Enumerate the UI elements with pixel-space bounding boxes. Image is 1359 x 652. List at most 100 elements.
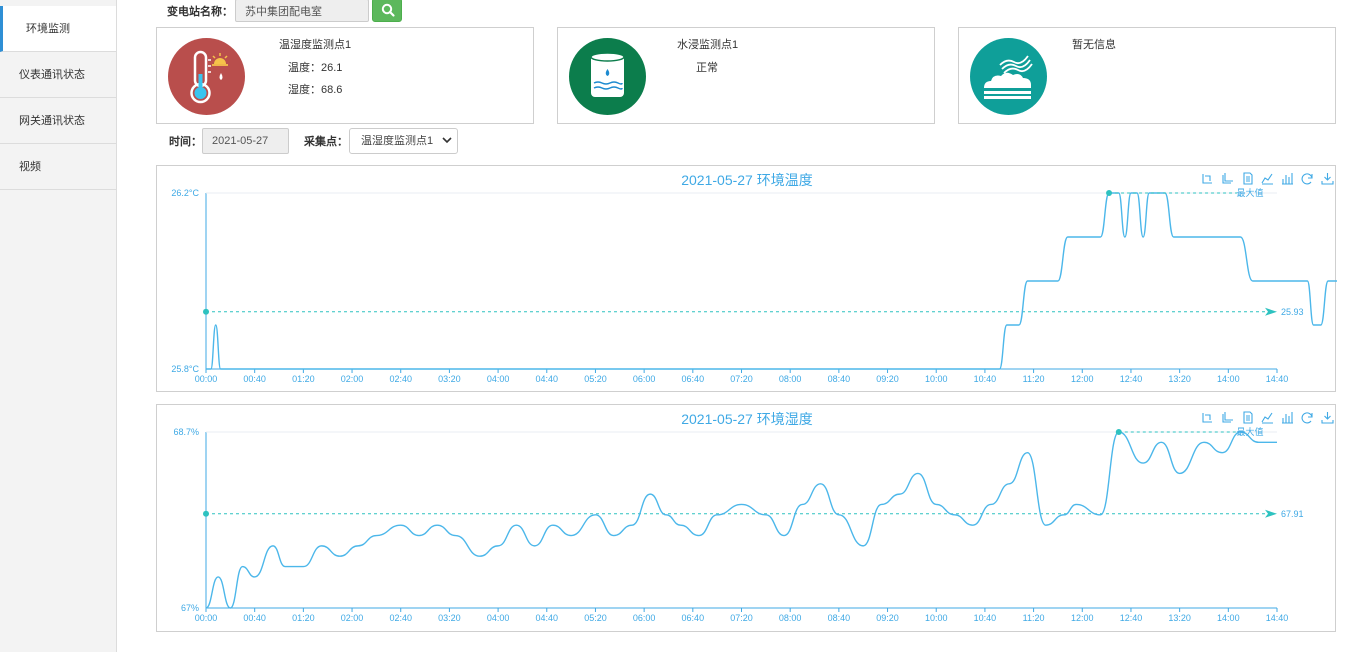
x-tick-label: 04:40 (536, 374, 559, 384)
x-tick-label: 08:40 (828, 374, 851, 384)
x-tick-label: 10:00 (925, 613, 948, 623)
zoom-reset-icon[interactable] (1222, 412, 1233, 423)
x-tick-label: 09:20 (876, 374, 899, 384)
x-tick-label: 12:40 (1120, 613, 1143, 623)
max-mark-label: 最大值 (1236, 426, 1263, 437)
y-tick-label: 26.2°C (171, 188, 199, 198)
x-tick-label: 11:20 (1023, 374, 1045, 384)
x-tick-label: 02:40 (389, 374, 412, 384)
x-tick-label: 13:20 (1168, 613, 1191, 623)
station-label: 变电站名称： (167, 6, 233, 18)
thermometer-icon (168, 38, 245, 115)
x-tick-label: 10:00 (925, 374, 948, 384)
x-tick-label: 14:00 (1217, 374, 1240, 384)
x-tick-label: 06:00 (633, 613, 656, 623)
max-mark-label: 最大值 (1236, 187, 1263, 198)
sidebar-item-environment[interactable]: 环境监测 (0, 6, 116, 52)
zoom-reset-icon[interactable] (1222, 173, 1233, 184)
x-tick-label: 02:00 (341, 374, 364, 384)
restore-icon[interactable] (1301, 412, 1313, 424)
x-tick-label: 09:20 (876, 613, 899, 623)
download-icon[interactable] (1321, 173, 1334, 185)
x-tick-label: 00:40 (243, 374, 266, 384)
x-tick-label: 08:00 (779, 613, 802, 623)
water-card: 水浸监测点1 正常 (557, 27, 935, 124)
x-tick-label: 13:20 (1168, 374, 1191, 384)
series-line (205, 431, 1277, 609)
humidity-chart-panel: 2021-05-27 环境湿度 67% 68.7% 00:00 00:40 01:20 02… (156, 404, 1336, 632)
x-tick-label: 03:20 (438, 374, 461, 384)
x-tick-label: 01:20 (292, 613, 315, 623)
x-tick-label: 08:40 (828, 613, 851, 623)
x-tick-label: 06:00 (633, 374, 656, 384)
x-tick-label: 10:40 (974, 613, 997, 623)
x-tick-label: 07:20 (730, 374, 753, 384)
line-type-icon[interactable] (1261, 173, 1273, 185)
average-mark-label: 67.91 (1281, 509, 1304, 519)
sidebar-item-video[interactable]: 视频 (0, 144, 116, 190)
card-title: 暂无信息 (1072, 39, 1116, 51)
card-title: 水浸监测点1 (677, 39, 739, 51)
chart-title: 2021-05-27 环境湿度 (681, 411, 813, 427)
x-tick-label: 00:00 (195, 374, 218, 384)
search-icon (381, 3, 395, 17)
x-tick-label: 14:40 (1266, 374, 1289, 384)
x-tick-label: 08:00 (779, 374, 802, 384)
date-input[interactable] (202, 128, 289, 154)
restore-icon[interactable] (1301, 173, 1313, 185)
line-type-icon[interactable] (1261, 412, 1273, 424)
x-tick-label: 05:20 (584, 374, 607, 384)
humidity-reading: 湿度：68.6 (288, 84, 343, 96)
x-tick-label: 14:40 (1266, 613, 1289, 623)
sidebar: 环境监测 仪表通讯状态 网关通讯状态 视频 (0, 0, 117, 652)
station-input[interactable] (235, 0, 369, 22)
x-tick-label: 12:00 (1071, 374, 1094, 384)
bar-type-icon[interactable] (1282, 412, 1293, 424)
y-tick-label: 25.8°C (171, 364, 199, 374)
x-tick-label: 00:00 (195, 613, 218, 623)
water-status: 正常 (696, 62, 718, 74)
main-content: 变电站名称： 温湿度监测点1 温度：26.1 湿度：68.6 (117, 0, 1359, 652)
humidity-chart: 2021-05-27 环境湿度 67% 68.7% 00:00 00:40 01:20 02… (173, 411, 1334, 623)
x-tick-label: 02:40 (389, 613, 412, 623)
time-label: 时间： (169, 136, 202, 148)
series-line (206, 192, 1337, 370)
x-tick-label: 04:40 (536, 613, 559, 623)
sidebar-item-meter-status[interactable]: 仪表通讯状态 (0, 52, 116, 98)
x-tick-label: 12:40 (1120, 374, 1143, 384)
bar-type-icon[interactable] (1282, 173, 1293, 185)
x-tick-label: 05:20 (584, 613, 607, 623)
y-tick-label: 67% (181, 603, 199, 613)
average-mark-arrow (1265, 509, 1277, 518)
x-tick-label: 00:40 (243, 613, 266, 623)
x-tick-label: 02:00 (341, 613, 364, 623)
water-tank-icon (569, 38, 646, 115)
x-tick-label: 07:20 (730, 613, 753, 623)
smoke-icon (970, 38, 1047, 115)
x-tick-label: 04:00 (487, 613, 510, 623)
data-view-icon[interactable] (1243, 172, 1253, 185)
temp-humidity-card: 温湿度监测点1 温度：26.1 湿度：68.6 (156, 27, 534, 124)
x-tick-label: 12:00 (1071, 613, 1094, 623)
average-mark-start (203, 308, 209, 315)
sidebar-item-gateway-status[interactable]: 网关通讯状态 (0, 98, 116, 144)
collection-point-select[interactable]: 温湿度监测点1 (349, 128, 458, 154)
y-tick-label: 68.7% (173, 427, 199, 437)
average-mark-arrow (1265, 307, 1277, 316)
x-tick-label: 04:00 (487, 374, 510, 384)
x-tick-label: 14:00 (1217, 613, 1240, 623)
data-view-icon[interactable] (1243, 411, 1253, 424)
zoom-icon[interactable] (1202, 174, 1212, 184)
temperature-chart: 2021-05-27 环境温度 25.8°C 26.2°C 00:00 00:40 01:… (171, 172, 1337, 384)
chart-title: 2021-05-27 环境温度 (681, 172, 813, 188)
x-tick-label: 03:20 (438, 613, 461, 623)
zoom-icon[interactable] (1202, 413, 1212, 423)
max-mark-point (1106, 190, 1113, 196)
x-tick-label: 11:20 (1023, 613, 1045, 623)
point-label: 采集点： (304, 136, 348, 148)
x-tick-label: 01:20 (292, 374, 315, 384)
x-tick-label: 06:40 (682, 374, 705, 384)
search-button[interactable] (372, 0, 402, 22)
card-title: 温湿度监测点1 (279, 39, 352, 51)
download-icon[interactable] (1321, 412, 1334, 424)
